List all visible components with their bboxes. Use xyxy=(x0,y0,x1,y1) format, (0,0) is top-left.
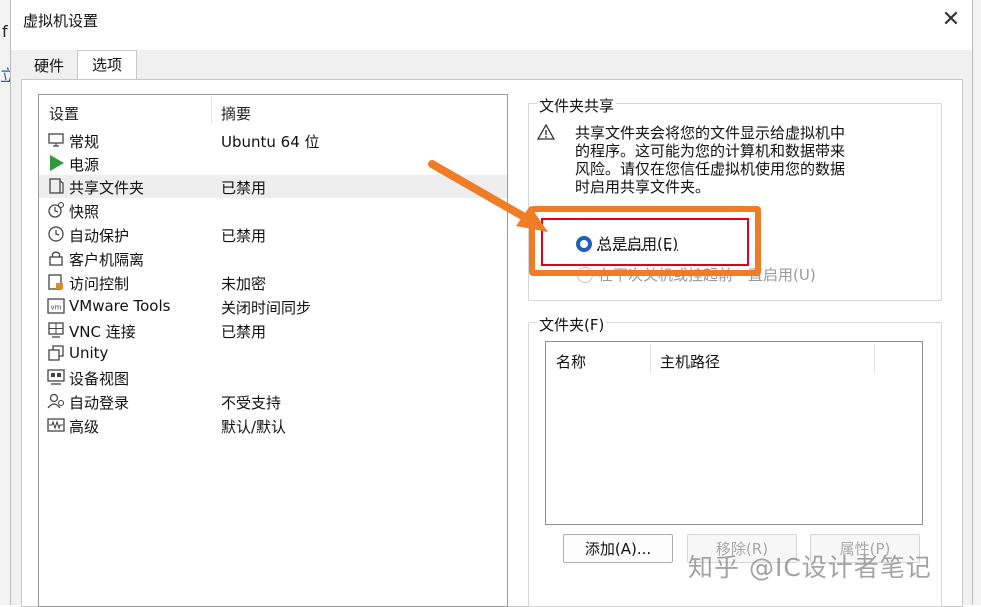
setting-name: 设备视图 xyxy=(69,370,130,388)
monitor-icon xyxy=(48,133,64,147)
setting-name: 高级 xyxy=(69,418,100,436)
add-button[interactable]: 添加(A)... xyxy=(563,534,673,563)
settings-row-autologin[interactable]: 自动登录 不受支持 xyxy=(39,390,507,413)
watermark: 知乎 @IC设计者笔记 xyxy=(688,553,932,582)
unity-icon xyxy=(48,345,64,361)
tab-options[interactable]: 选项 xyxy=(77,50,137,81)
setting-summary: Ubuntu 64 位 xyxy=(221,133,320,151)
settings-row-general[interactable]: 常规 Ubuntu 64 位 xyxy=(39,129,507,152)
warning-text: 共享文件夹会将您的文件显示给虚拟机中 的程序。这可能为您的计算机和数据带来 风险… xyxy=(575,124,875,196)
auto-login-icon xyxy=(47,393,65,409)
settings-row-guest-isolation[interactable]: 客户机隔离 xyxy=(39,247,507,270)
column-header-summary: 摘要 xyxy=(221,105,252,123)
shared-folder-icon xyxy=(49,178,64,194)
setting-summary: 未加密 xyxy=(221,275,267,293)
access-control-icon xyxy=(48,274,63,290)
settings-row-snapshots[interactable]: 快照 xyxy=(39,199,507,222)
warning-line: 共享文件夹会将您的文件显示给虚拟机中 xyxy=(575,124,846,142)
settings-row-power[interactable]: 电源 xyxy=(39,152,507,175)
window-title: 虚拟机设置 xyxy=(23,12,99,30)
background-text: f xyxy=(2,22,8,41)
setting-summary: 默认/默认 xyxy=(221,418,287,436)
setting-name: VNC 连接 xyxy=(69,323,136,341)
settings-row-device-view[interactable]: 设备视图 xyxy=(39,366,507,389)
column-header-host-path: 主机路径 xyxy=(660,353,721,371)
vm-icon: vm xyxy=(47,298,65,314)
folders-list[interactable]: 名称 主机路径 xyxy=(545,341,923,525)
settings-row-advanced[interactable]: 高级 默认/默认 xyxy=(39,414,507,437)
column-separator xyxy=(650,344,651,374)
setting-name: 自动保护 xyxy=(69,227,130,245)
advanced-icon xyxy=(47,418,65,432)
lock-icon xyxy=(49,251,63,266)
warning-line: 的程序。这可能为您的计算机和数据带来 xyxy=(575,142,846,160)
warning-icon xyxy=(537,123,555,140)
setting-summary: 已禁用 xyxy=(221,179,267,197)
snapshot-icon xyxy=(48,201,65,218)
settings-row-vmware-tools[interactable]: vm VMware Tools 关闭时间同步 xyxy=(39,295,507,318)
settings-row-shared-folders[interactable]: 共享文件夹 已禁用 xyxy=(39,175,507,198)
device-view-icon xyxy=(47,369,65,385)
warning-line: 风险。请仅在您信任虚拟机使用您的数据 xyxy=(575,160,846,178)
column-header-name: 名称 xyxy=(556,353,587,371)
setting-summary: 关闭时间同步 xyxy=(221,299,312,317)
svg-text:vm: vm xyxy=(51,304,62,312)
clock-icon xyxy=(48,226,64,242)
setting-summary: 不受支持 xyxy=(221,394,282,412)
setting-name: VMware Tools xyxy=(69,297,171,315)
vnc-icon xyxy=(48,322,64,338)
settings-list[interactable]: 设置 摘要 常规 Ubuntu 64 位 电源 共享文件夹 已禁用 快照 自动保… xyxy=(38,94,508,607)
close-icon[interactable]: ✕ xyxy=(939,8,963,32)
setting-summary: 已禁用 xyxy=(221,227,267,245)
radio-always-enabled[interactable] xyxy=(576,236,592,252)
setting-name: 电源 xyxy=(69,156,100,174)
setting-summary: 已禁用 xyxy=(221,323,267,341)
folders-title: 文件夹(F) xyxy=(537,314,607,335)
column-header-setting: 设置 xyxy=(49,105,80,123)
play-icon xyxy=(50,155,64,171)
setting-name: 快照 xyxy=(69,203,100,221)
title-bar: 虚拟机设置 ✕ xyxy=(11,0,972,40)
setting-name: 客户机隔离 xyxy=(69,251,145,269)
settings-row-unity[interactable]: Unity xyxy=(39,342,507,365)
setting-name: 共享文件夹 xyxy=(69,179,145,197)
folder-sharing-title: 文件夹共享 xyxy=(537,95,617,116)
setting-name: 常规 xyxy=(69,133,100,151)
column-separator xyxy=(211,97,212,123)
column-separator xyxy=(874,344,875,374)
tab-bar: 硬件 选项 xyxy=(11,50,972,81)
settings-row-access-control[interactable]: 访问控制 未加密 xyxy=(39,271,507,294)
setting-name: 自动登录 xyxy=(69,394,130,412)
setting-name: Unity xyxy=(69,344,109,362)
tab-hardware[interactable]: 硬件 xyxy=(21,54,77,78)
warning-line: 时启用共享文件夹。 xyxy=(575,178,711,196)
radio-always-enabled-label[interactable]: 总是启用(E) xyxy=(597,233,678,254)
settings-row-vnc[interactable]: VNC 连接 已禁用 xyxy=(39,319,507,342)
setting-name: 访问控制 xyxy=(69,275,130,293)
settings-row-autoprotect[interactable]: 自动保护 已禁用 xyxy=(39,223,507,246)
